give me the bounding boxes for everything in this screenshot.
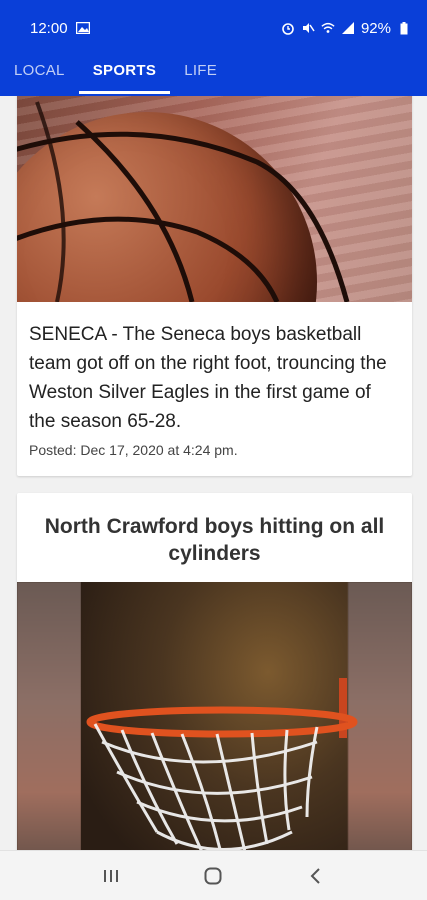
article-card[interactable]: North Crawford boys hitting on all cylin…: [17, 493, 412, 850]
tab-life[interactable]: LIFE: [170, 56, 231, 96]
recent-apps-icon: [104, 869, 119, 882]
home-button[interactable]: [193, 856, 233, 896]
alarm-icon: [281, 21, 295, 35]
app-bar: 12:00 92% LOCAL SPORTS LIFE: [0, 0, 427, 96]
status-time: 12:00: [30, 19, 68, 37]
section-tabs: LOCAL SPORTS LIFE: [0, 56, 427, 96]
system-nav-bar: [0, 850, 427, 900]
posted-date: Posted: Dec 17, 2020 at 4:24 pm.: [29, 442, 238, 458]
tab-sports[interactable]: SPORTS: [78, 56, 171, 96]
article-image-hoop[interactable]: [17, 582, 412, 850]
article-image-basketball[interactable]: [17, 96, 412, 302]
article-feed[interactable]: SENECA - The Seneca boys basketball team…: [0, 96, 427, 850]
status-bar: 12:00 92%: [0, 0, 427, 56]
back-icon: [310, 867, 320, 884]
home-icon: [204, 867, 222, 884]
back-button[interactable]: [296, 856, 336, 896]
article-title[interactable]: North Crawford boys hitting on all cylin…: [17, 493, 412, 581]
mute-icon: [301, 21, 315, 35]
battery-icon: [397, 21, 411, 35]
tab-local[interactable]: LOCAL: [0, 56, 79, 96]
article-summary[interactable]: SENECA - The Seneca boys basketball team…: [29, 320, 400, 436]
article-card[interactable]: SENECA - The Seneca boys basketball team…: [17, 96, 412, 476]
battery-level: 92%: [360, 19, 391, 37]
wifi-icon: [321, 21, 335, 35]
image-icon: [75, 21, 90, 35]
recent-apps-button[interactable]: [91, 856, 131, 896]
signal-icon: [341, 21, 355, 35]
